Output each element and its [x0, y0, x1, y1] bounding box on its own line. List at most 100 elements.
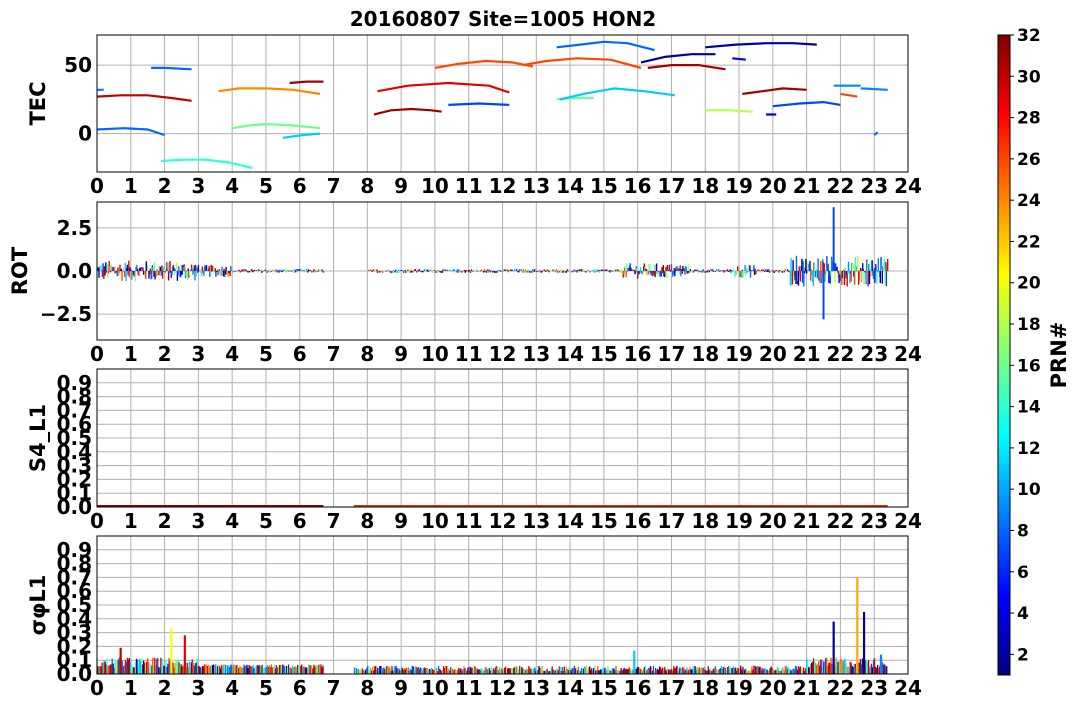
x-tick-label: 17: [658, 342, 686, 366]
y-axis-label: S4_L1: [26, 404, 50, 472]
x-tick-label: 11: [455, 342, 483, 366]
x-tick-label: 0: [90, 174, 104, 198]
x-tick-label: 14: [556, 676, 584, 700]
colorbar-tick-label: 32: [1017, 26, 1041, 46]
x-tick-label: 10: [421, 174, 449, 198]
colorbar-label: PRN#: [1047, 322, 1071, 389]
tec-arc-prn-4: [732, 57, 746, 61]
x-tick-label: 19: [725, 342, 753, 366]
y-tick-label: 2.5: [57, 216, 92, 240]
colorbar-tick-label: 10: [1017, 480, 1041, 500]
x-tick-label: 12: [489, 174, 517, 198]
tec-arc-prn-9: [860, 87, 888, 91]
x-tick-label: 3: [191, 676, 205, 700]
x-tick-label: 18: [691, 342, 719, 366]
colorbar-tick-label: 28: [1017, 109, 1041, 129]
x-tick-label: 4: [225, 342, 239, 366]
x-tick-label: 1: [124, 174, 138, 198]
x-tick-label: 2: [158, 676, 172, 700]
colorbar-tick-label: 22: [1017, 232, 1041, 252]
x-tick-label: 16: [624, 509, 652, 533]
x-tick-label: 18: [691, 509, 719, 533]
x-tick-label: 5: [259, 174, 273, 198]
x-tick-label: 4: [225, 676, 239, 700]
colorbar-tick-label: 6: [1017, 563, 1029, 583]
x-tick-label: 20: [759, 509, 787, 533]
x-tick-label: 12: [489, 342, 517, 366]
x-tick-label: 9: [394, 509, 408, 533]
colorbar-tick-label: 2: [1017, 645, 1029, 665]
y-tick-label: −2.5: [40, 302, 92, 326]
x-tick-label: 16: [624, 676, 652, 700]
x-tick-label: 1: [124, 509, 138, 533]
x-tick-label: 20: [759, 676, 787, 700]
y-tick-label: 0: [78, 122, 92, 146]
x-tick-label: 22: [826, 676, 854, 700]
x-tick-label: 2: [158, 174, 172, 198]
x-tick-label: 14: [556, 509, 584, 533]
x-tick-label: 1: [124, 676, 138, 700]
y-tick-labels: 0.00.10.20.30.40.50.60.70.80.9: [57, 371, 92, 519]
x-tick-label: 5: [259, 676, 273, 700]
colorbar-tick-label: 16: [1017, 356, 1041, 376]
x-tick-label: 24: [894, 509, 922, 533]
x-tick-label: 8: [360, 676, 374, 700]
colorbar-tick-label: 18: [1017, 315, 1041, 335]
x-tick-label: 12: [489, 509, 517, 533]
x-tick-label: 13: [522, 342, 550, 366]
x-tick-label: 23: [860, 676, 888, 700]
x-tick-label: 14: [556, 174, 584, 198]
x-tick-label: 9: [394, 342, 408, 366]
x-tick-label: 11: [455, 509, 483, 533]
x-tick-label: 21: [793, 342, 821, 366]
x-tick-label: 24: [894, 174, 922, 198]
x-tick-label: 23: [860, 174, 888, 198]
x-tick-label: 22: [826, 174, 854, 198]
x-tick-label: 5: [259, 342, 273, 366]
x-tick-label: 7: [327, 509, 341, 533]
x-tick-label: 8: [360, 174, 374, 198]
x-tick-label: 20: [759, 342, 787, 366]
x-tick-label: 23: [860, 342, 888, 366]
x-tick-label: 13: [522, 509, 550, 533]
figure-title: 20160807 Site=1005 HON2: [350, 7, 656, 31]
x-tick-label: 6: [293, 676, 307, 700]
x-tick-label: 17: [658, 676, 686, 700]
colorbar-tick-label: 8: [1017, 521, 1029, 541]
x-tick-label: 7: [327, 342, 341, 366]
x-tick-label: 24: [894, 342, 922, 366]
y-axis-label: ROT: [8, 246, 32, 295]
x-tick-label: 1: [124, 342, 138, 366]
x-tick-label: 3: [191, 342, 205, 366]
x-tick-label: 24: [894, 676, 922, 700]
y-axis-label: TEC: [26, 81, 50, 125]
x-tick-label: 16: [624, 174, 652, 198]
x-tick-label: 2: [158, 342, 172, 366]
x-tick-label: 14: [556, 342, 584, 366]
colorbar: PRN# 2468101214161820222426283032: [997, 26, 1071, 676]
x-tick-label: 23: [860, 509, 888, 533]
x-tick-label: 17: [658, 509, 686, 533]
colorbar-tick-label: 24: [1017, 191, 1041, 211]
x-tick-label: 10: [421, 342, 449, 366]
x-tick-label: 17: [658, 174, 686, 198]
x-tick-label: 10: [421, 509, 449, 533]
x-tick-label: 8: [360, 509, 374, 533]
y-tick-labels: 0 50: [64, 53, 92, 146]
x-tick-label: 13: [522, 676, 550, 700]
x-tick-labels: 0 1 2 3 4 5 6 7 8 9 10 11 12 13 14 15 16 17 18 19 20 21 22 23 24: [90, 509, 922, 533]
x-tick-label: 11: [455, 676, 483, 700]
x-tick-label: 18: [691, 676, 719, 700]
y-axis-label: σφL1: [26, 575, 50, 636]
colorbar-tick-label: 4: [1017, 604, 1029, 624]
x-tick-labels: 0 1 2 3 4 5 6 7 8 9 10 11 12 13 14 15 16 17 18 19 20 21 22 23 24: [90, 342, 922, 366]
x-tick-label: 16: [624, 342, 652, 366]
colorbar-tick-label: 30: [1017, 67, 1041, 87]
x-tick-label: 4: [225, 174, 239, 198]
y-tick-label: 0.0: [57, 259, 92, 283]
y-tick-labels: 0.00.10.20.30.40.50.60.70.80.9: [57, 538, 92, 686]
x-tick-label: 15: [590, 342, 618, 366]
x-tick-label: 4: [225, 509, 239, 533]
x-tick-labels: 0 1 2 3 4 5 6 7 8 9 10 11 12 13 14 15 16 17 18 19 20 21 22 23 24: [90, 174, 922, 198]
x-tick-label: 8: [360, 342, 374, 366]
